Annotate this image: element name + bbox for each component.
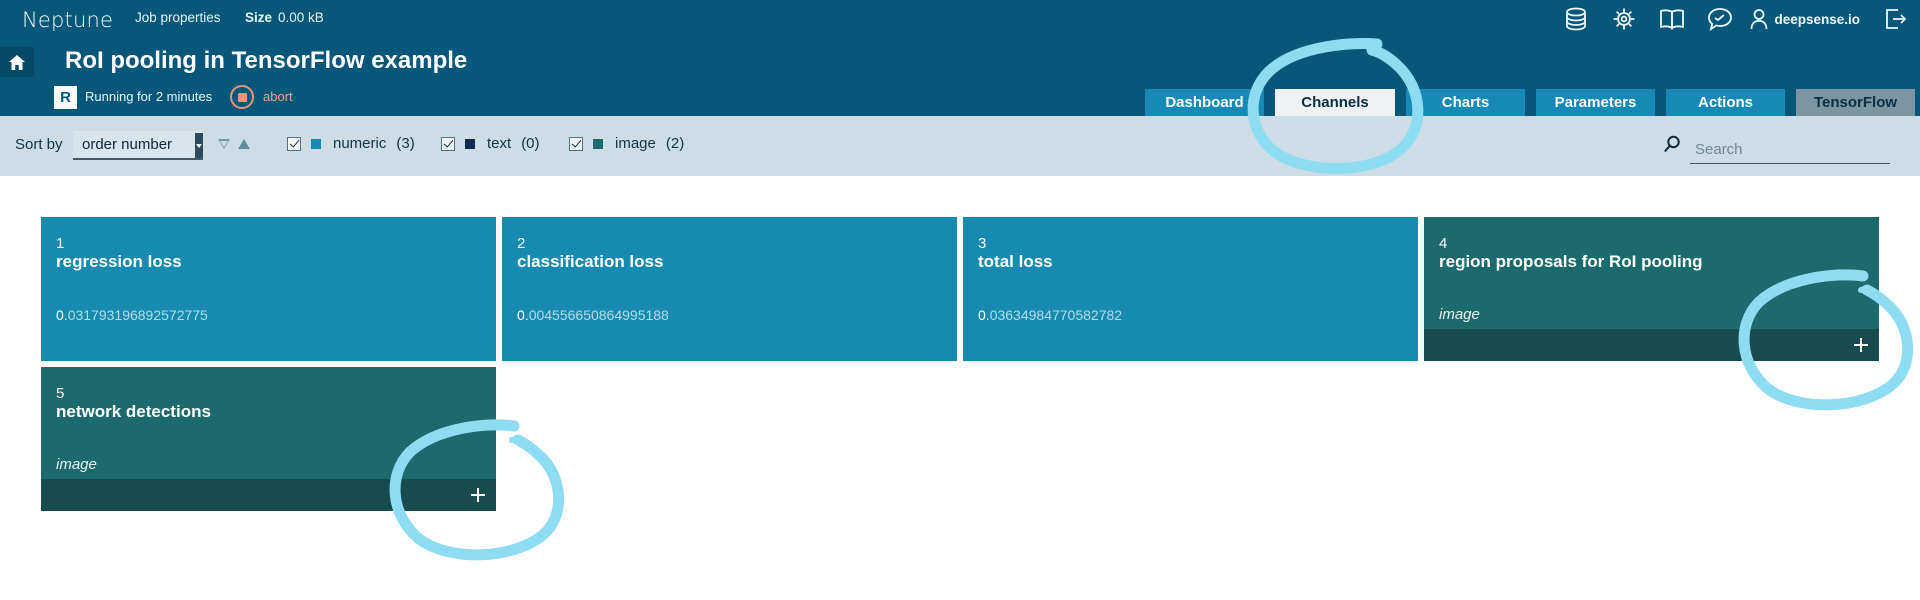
settings-button[interactable] — [1600, 4, 1648, 34]
channel-number: 3 — [978, 235, 987, 252]
channel-type: image — [1439, 306, 1480, 323]
view-tabs: Dashboard Channels Charts Parameters Act… — [1145, 89, 1915, 116]
chevron-down-icon — [195, 133, 203, 158]
docs-button[interactable] — [1648, 4, 1696, 34]
channel-card-classification-loss[interactable]: 2 classification loss 0.0045566508649951… — [502, 217, 957, 361]
filter-image-checkbox[interactable] — [569, 136, 583, 151]
tab-actions[interactable]: Actions — [1666, 89, 1785, 116]
tab-channels[interactable]: Channels — [1275, 89, 1395, 116]
channel-card-regression-loss[interactable]: 1 regression loss 0.031793196892572775 — [41, 217, 496, 361]
channel-type: image — [56, 456, 97, 473]
filter-text-label: text — [487, 135, 512, 152]
neptune-logo[interactable]: Neptune — [22, 8, 113, 32]
channel-card-footer — [1424, 329, 1879, 361]
channel-name: regression loss — [56, 252, 182, 271]
top-header: Neptune Job properties Size 0.00 kB RoI p… — [0, 0, 1920, 116]
plus-icon — [471, 488, 485, 502]
sort-by-select[interactable]: order number — [73, 131, 203, 160]
filter-numeric-label: numeric — [333, 135, 387, 152]
sort-by-value: order number — [82, 136, 173, 153]
size-label: Size — [245, 10, 273, 25]
logout-icon — [1886, 9, 1907, 29]
channel-name: region proposals for RoI pooling — [1439, 252, 1703, 271]
add-to-chart-button[interactable] — [465, 482, 491, 508]
channel-card-footer — [41, 479, 496, 511]
channel-value: 0.03634984770582782 — [978, 307, 1122, 323]
job-size: Size 0.00 kB — [245, 10, 324, 25]
page-title: RoI pooling in TensorFlow example — [65, 47, 468, 74]
home-icon — [9, 54, 25, 70]
sort-descending-icon[interactable] — [218, 139, 230, 149]
channel-number: 1 — [56, 235, 65, 252]
stop-icon — [237, 92, 247, 102]
channels-toolbar: Sort by order number numeric (3) text (0… — [0, 116, 1920, 176]
filter-image-label: image — [615, 135, 656, 152]
channel-card-region-proposals[interactable]: 4 region proposals for RoI pooling image — [1424, 217, 1879, 361]
text-color-swatch — [465, 138, 475, 149]
filter-numeric-checkbox[interactable] — [287, 136, 301, 151]
image-color-swatch — [593, 138, 603, 149]
channel-card-total-loss[interactable]: 3 total loss 0.03634984770582782 — [963, 217, 1418, 361]
channel-value: 0.031793196892572775 — [56, 307, 208, 323]
settings-icon — [1613, 8, 1635, 30]
abort-button[interactable] — [230, 85, 254, 109]
abort-label[interactable]: abort — [263, 89, 293, 104]
filter-numeric-count: (3) — [396, 135, 415, 152]
channel-value-lead: 0. — [56, 307, 68, 323]
database-icon — [1566, 7, 1587, 31]
channel-card-network-detections[interactable]: 5 network detections image — [41, 367, 496, 511]
channel-value-rest: 004556650864995188 — [528, 307, 669, 323]
tab-charts[interactable]: Charts — [1406, 89, 1525, 116]
book-icon — [1660, 9, 1685, 30]
logout-button[interactable] — [1872, 4, 1920, 34]
chat-icon — [1708, 8, 1733, 31]
sort-by-label: Sort by — [15, 136, 63, 153]
filter-text[interactable]: text (0) — [441, 135, 540, 152]
channel-value-lead: 0. — [517, 307, 529, 323]
user-name: deepsense.io — [1774, 11, 1860, 27]
channel-name: classification loss — [517, 252, 664, 271]
channel-number: 5 — [56, 385, 65, 402]
running-status-badge: R — [54, 86, 77, 109]
size-value: 0.00 kB — [278, 10, 324, 25]
top-right-toolbar: deepsense.io — [1552, 4, 1920, 34]
search-icon[interactable] — [1663, 135, 1681, 154]
feedback-button[interactable] — [1696, 4, 1744, 34]
numeric-color-swatch — [311, 138, 321, 149]
channel-number: 4 — [1439, 235, 1448, 252]
home-button[interactable] — [0, 47, 34, 77]
user-menu[interactable]: deepsense.io — [1744, 8, 1872, 30]
sort-ascending-icon[interactable] — [238, 139, 250, 149]
job-properties-link[interactable]: Job properties — [135, 10, 221, 25]
channel-number: 2 — [517, 235, 526, 252]
tab-parameters[interactable]: Parameters — [1536, 89, 1655, 116]
filter-text-count: (0) — [521, 135, 540, 152]
channel-value-lead: 0. — [978, 307, 990, 323]
storage-button[interactable] — [1552, 4, 1600, 34]
filter-numeric[interactable]: numeric (3) — [287, 135, 415, 152]
channel-value-rest: 03634984770582782 — [989, 307, 1123, 323]
channel-name: network detections — [56, 402, 211, 421]
user-icon — [1751, 9, 1768, 30]
filter-image-count: (2) — [665, 135, 685, 152]
filter-text-checkbox[interactable] — [441, 136, 455, 151]
channel-name: total loss — [978, 252, 1053, 271]
channel-value-rest: 031793196892572775 — [67, 307, 208, 323]
tab-dashboard[interactable]: Dashboard — [1145, 89, 1264, 116]
add-to-chart-button[interactable] — [1848, 332, 1874, 358]
search-input[interactable] — [1690, 136, 1890, 164]
tab-tensorflow[interactable]: TensorFlow — [1796, 89, 1915, 116]
filter-image[interactable]: image (2) — [569, 135, 684, 152]
channel-value: 0.004556650864995188 — [517, 307, 669, 323]
plus-icon — [1854, 338, 1868, 352]
running-status-text: Running for 2 minutes — [85, 89, 213, 104]
